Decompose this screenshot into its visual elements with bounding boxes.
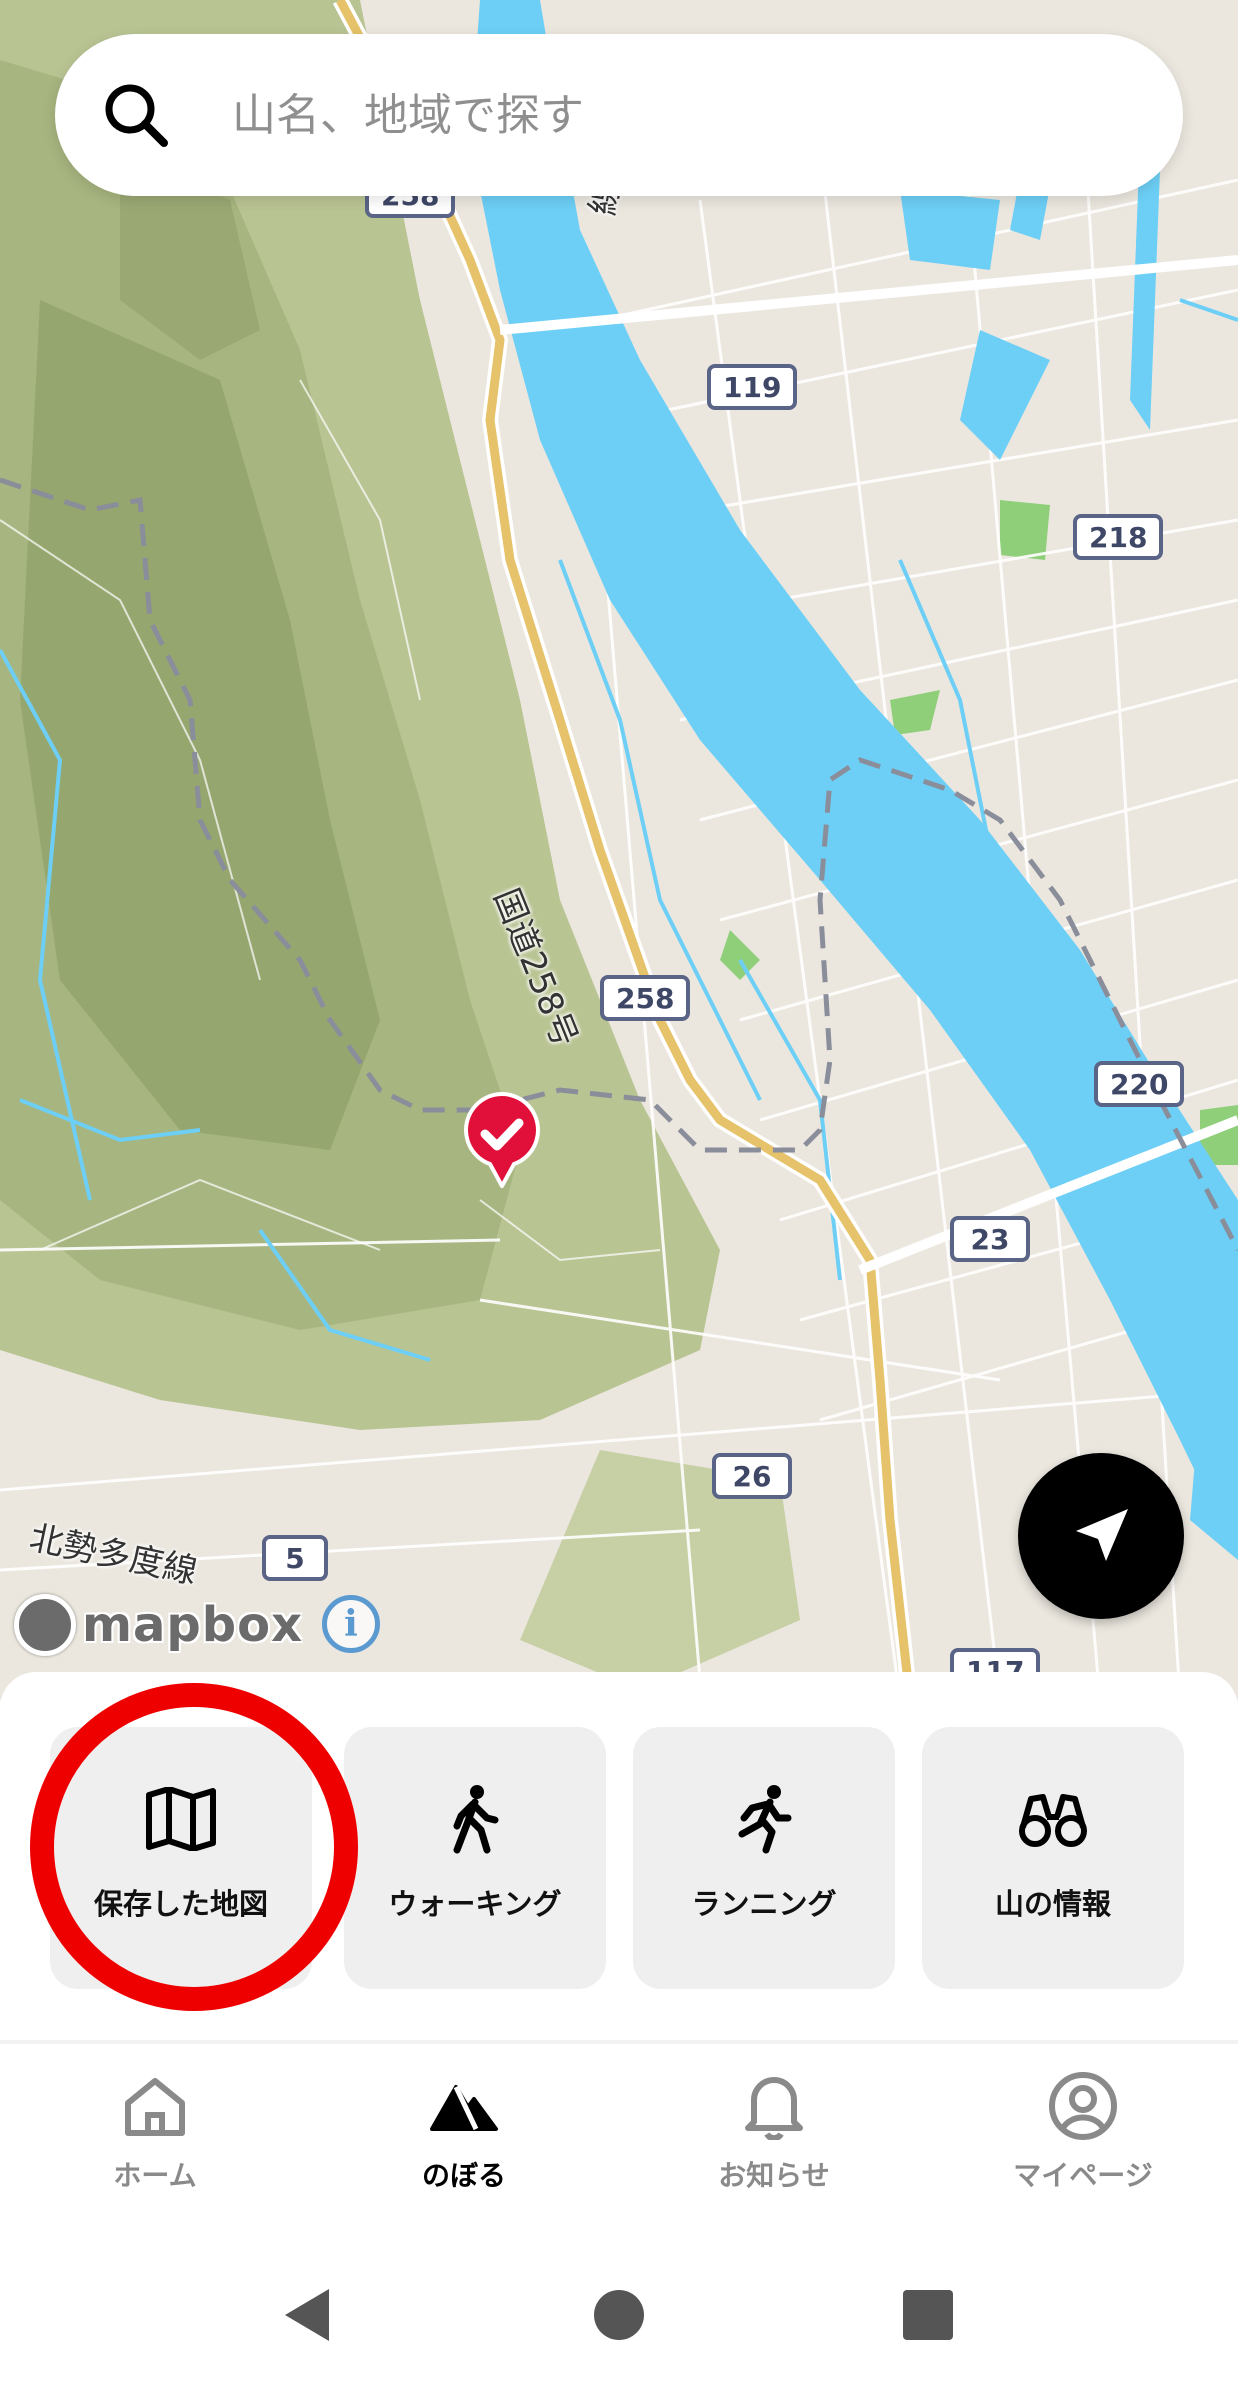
route-shield: 220 <box>1094 1061 1185 1107</box>
back-icon[interactable] <box>272 2280 342 2350</box>
walking-label: ウォーキング <box>388 1887 562 1921</box>
running-icon <box>726 1781 802 1857</box>
map-icon <box>143 1781 219 1857</box>
mountain-info-button[interactable]: 山の情報 <box>922 1727 1184 1989</box>
mapbox-logo-text: mapbox <box>82 1597 304 1653</box>
pond <box>900 190 1000 270</box>
walking-icon <box>437 1781 513 1857</box>
search-icon <box>105 84 168 147</box>
park <box>1000 500 1050 560</box>
current-location-button[interactable] <box>1018 1453 1184 1619</box>
tab-label: のぼる <box>421 2159 506 2192</box>
pond <box>960 330 1050 460</box>
route-shield: 119 <box>707 364 798 410</box>
tab-label: お知らせ <box>718 2159 830 2192</box>
route-shield: 23 <box>950 1216 1030 1262</box>
tab-label: ホーム <box>113 2159 197 2192</box>
route-shield: 5 <box>262 1535 328 1581</box>
walking-button[interactable]: ウォーキング <box>344 1727 606 1989</box>
route-shield: 218 <box>1073 514 1164 560</box>
park <box>890 690 940 735</box>
bell-icon <box>738 2070 810 2142</box>
map-canvas[interactable] <box>0 0 1238 1700</box>
route-shield: 26 <box>712 1453 792 1499</box>
saved-maps-button[interactable]: 保存した地図 <box>50 1727 312 1989</box>
tab-climb[interactable]: のぼる <box>344 2070 584 2220</box>
navigation-arrow-icon <box>1076 1509 1128 1561</box>
binoculars-icon <box>1015 1781 1091 1857</box>
user-icon <box>1047 2070 1119 2142</box>
route-shield: 258 <box>600 975 691 1021</box>
search-bar[interactable] <box>55 34 1183 196</box>
home-icon <box>119 2070 191 2142</box>
saved-maps-label: 保存した地図 <box>93 1887 268 1921</box>
tab-mypage[interactable]: マイページ <box>963 2070 1203 2220</box>
mapbox-mark-icon <box>14 1594 76 1656</box>
search-input[interactable] <box>232 89 1032 141</box>
tab-home[interactable]: ホーム <box>35 2070 275 2220</box>
saved-location-marker[interactable] <box>462 1092 542 1191</box>
map-view[interactable]: 119 218 258 220 23 26 5 117 258 国道258号 北… <box>0 0 1238 1700</box>
recents-icon[interactable] <box>893 2280 963 2350</box>
park <box>720 930 760 980</box>
attribution-info-icon[interactable]: i <box>322 1595 380 1653</box>
mountain-info-label: 山の情報 <box>994 1887 1111 1921</box>
running-button[interactable]: ランニング <box>633 1727 895 1989</box>
tab-label: マイページ <box>1013 2159 1153 2192</box>
running-label: ランニング <box>691 1887 837 1921</box>
mapbox-logo[interactable]: mapbox <box>14 1592 303 1658</box>
mountain-icon <box>428 2070 500 2142</box>
tab-notifications[interactable]: お知らせ <box>654 2070 894 2220</box>
home-circle-icon[interactable] <box>584 2280 654 2350</box>
main-road <box>499 255 1238 335</box>
